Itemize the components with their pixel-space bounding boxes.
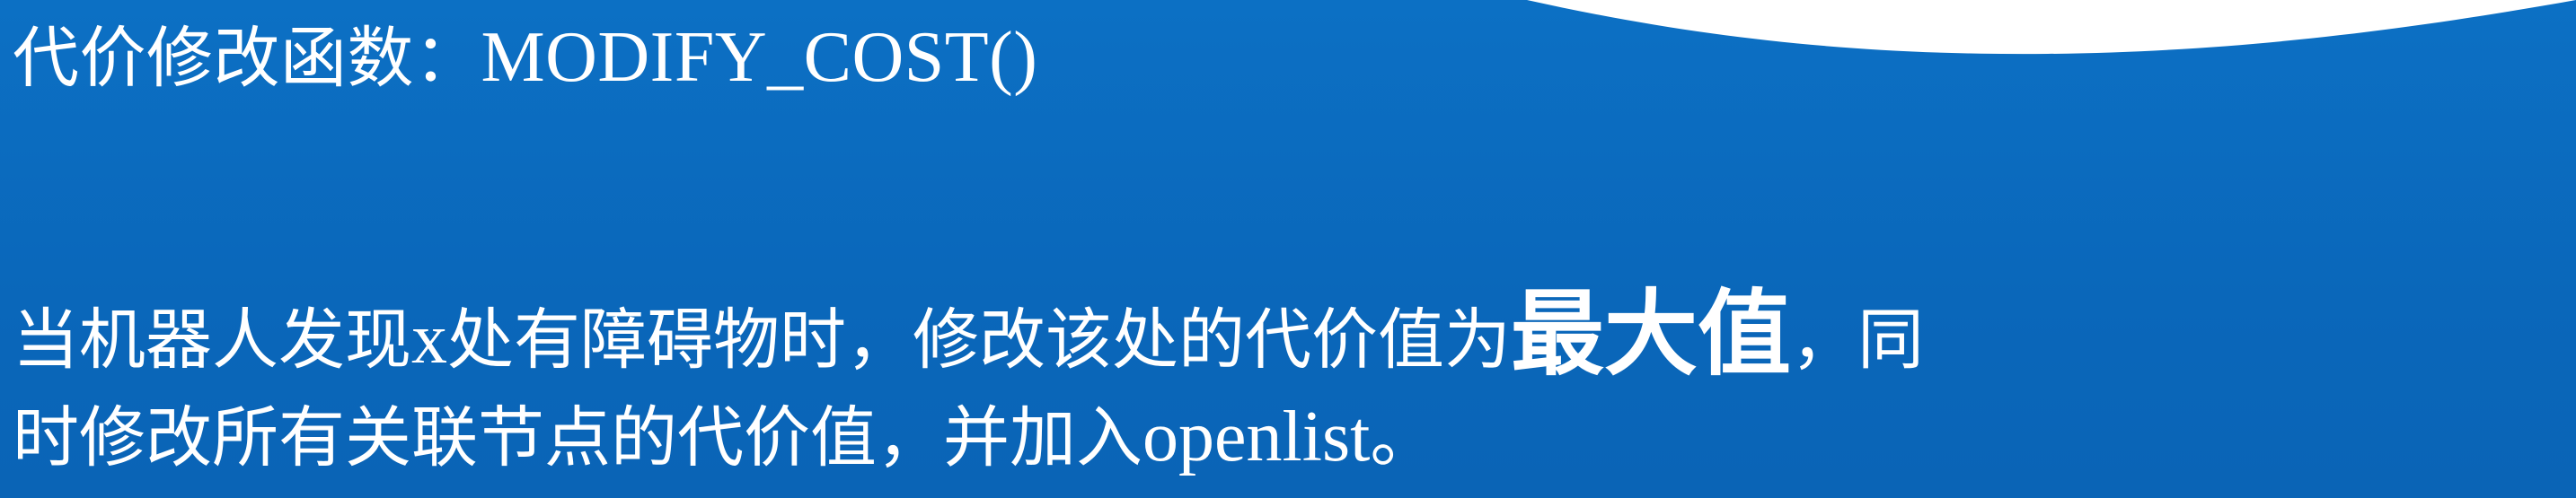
title-prefix: 代价修改函数：: [13, 20, 481, 97]
wave-shape: [1527, 0, 2576, 55]
body-paragraph: 当机器人发现x处有障碍物时，修改该处的代价值为最大值，同 时修改所有关联节点的代…: [13, 285, 2563, 486]
body-text-2a: 时修改所有关联节点的代价值，并加入: [13, 399, 1142, 476]
body-text-1a: 当机器人发现: [13, 301, 411, 379]
body-line-1: 当机器人发现x处有障碍物时，修改该处的代价值为最大值，同: [13, 285, 2563, 389]
body-text-x: x: [411, 300, 447, 379]
slide-title: 代价修改函数：MODIFY_COST(): [13, 16, 1037, 100]
title-function-name: MODIFY_COST(): [481, 18, 1038, 97]
body-text-openlist: openlist: [1142, 398, 1371, 476]
body-text-2-end: 。: [1370, 399, 1437, 476]
slide: 代价修改函数：MODIFY_COST() 当机器人发现x处有障碍物时，修改该处的…: [0, 0, 2576, 498]
body-line-2: 时修改所有关联节点的代价值，并加入openlist。: [13, 389, 2563, 486]
body-emphasis-max-value: 最大值: [1511, 279, 1792, 389]
body-text-1b: 处有障碍物时，修改该处的代价值为: [447, 301, 1511, 379]
body-text-1c: ，同: [1791, 301, 1925, 379]
